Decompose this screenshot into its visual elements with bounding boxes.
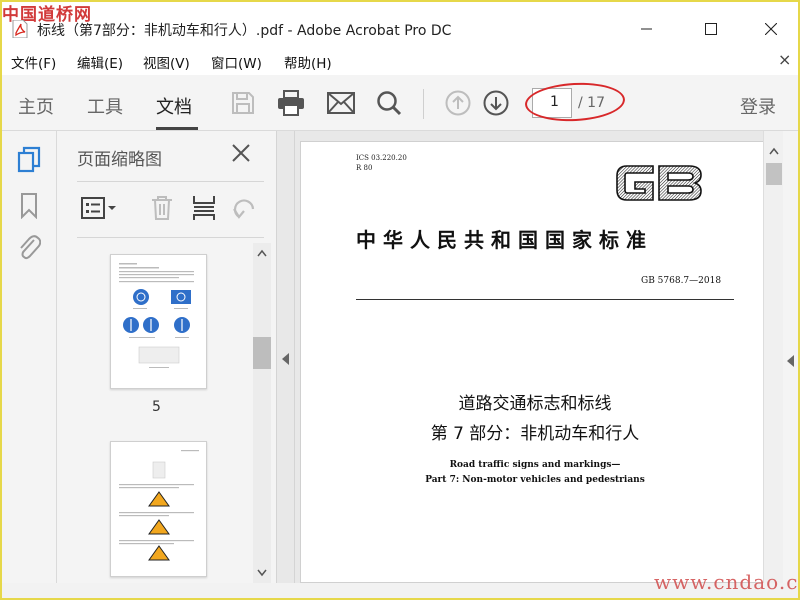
close-panel-button[interactable] <box>231 143 251 169</box>
bookmarks-button[interactable] <box>15 191 43 221</box>
thumbnail-options-button[interactable] <box>79 193 119 223</box>
thumbnails-scrollbar[interactable] <box>253 243 271 583</box>
thumbnails-panel: 页面缩略图 5 <box>57 131 276 583</box>
tab-tools[interactable]: 工具 <box>87 93 123 119</box>
document-view: ICS 03.220.20 R 80 GB 中华人民共和国国家标准 GB 576… <box>295 131 783 583</box>
search-icon <box>377 91 402 116</box>
attachments-button[interactable] <box>15 233 43 263</box>
scroll-up-icon <box>257 249 267 257</box>
close-icon <box>232 144 250 162</box>
header-rule <box>356 299 734 300</box>
maximize-icon <box>705 23 717 35</box>
document-scrollbar[interactable] <box>763 131 783 583</box>
thumbnail-page-number: 5 <box>152 399 161 415</box>
panel-toolbar <box>77 191 264 225</box>
menu-window[interactable]: 窗口(W) <box>211 52 262 72</box>
print-icon <box>278 90 304 116</box>
classification-line: R 80 <box>356 164 373 172</box>
menu-file[interactable]: 文件(F) <box>11 52 56 72</box>
document-subtitle-cn: 第 7 部分：非机动车和行人 <box>430 424 640 444</box>
login-button[interactable]: 登录 <box>740 93 776 119</box>
search-button[interactable] <box>375 89 403 117</box>
watermark-bottom: www.cndao.com <box>654 570 800 594</box>
title-bar: 中国道桥网 标线（第7部分：非机动车和行人）.pdf - Adobe Acrob… <box>0 0 800 45</box>
page-up-icon <box>445 90 471 116</box>
attachment-icon <box>20 235 41 260</box>
save-button[interactable] <box>229 89 257 117</box>
rotate-page-button[interactable] <box>229 193 259 223</box>
navigation-rail <box>0 131 57 583</box>
red-annotation-ellipse <box>524 80 626 124</box>
maximize-button[interactable] <box>688 14 734 44</box>
page-thumbnail[interactable] <box>110 254 207 389</box>
scrollbar-thumb[interactable] <box>766 163 782 185</box>
minimize-button[interactable] <box>624 14 670 44</box>
thumbnail-page-preview <box>119 263 194 368</box>
ics-line: ICS 03.220.20 <box>356 154 407 162</box>
scrollbar-thumb[interactable] <box>253 337 271 369</box>
tab-document[interactable]: 文档 <box>156 93 192 119</box>
document-subtitle-en: Part 7: Non-motor vehicles and pedestria… <box>425 475 645 485</box>
menu-help[interactable]: 帮助(H) <box>284 52 332 72</box>
panel-title: 页面缩略图 <box>77 150 162 170</box>
pdf-page: ICS 03.220.20 R 80 GB 中华人民共和国国家标准 GB 576… <box>300 141 768 583</box>
close-document-button[interactable]: × <box>778 50 791 69</box>
delete-page-button[interactable] <box>147 193 177 223</box>
panel-divider <box>77 181 264 182</box>
panel-splitter[interactable] <box>276 131 295 583</box>
email-button[interactable] <box>327 89 355 117</box>
save-icon <box>232 92 254 114</box>
scroll-up-icon <box>769 147 779 155</box>
gb-logo-text: GB <box>613 158 615 159</box>
menu-view[interactable]: 视图(V) <box>143 52 190 72</box>
minimize-icon <box>641 28 652 30</box>
menu-edit[interactable]: 编辑(E) <box>77 52 123 72</box>
bookmark-icon <box>21 193 37 219</box>
email-icon <box>327 92 355 114</box>
page-thumbnail[interactable] <box>110 441 207 577</box>
standard-number: GB 5768.7—2018 <box>641 276 722 286</box>
previous-page-button[interactable] <box>444 89 472 117</box>
insert-page-button[interactable] <box>189 193 219 223</box>
delete-icon <box>152 196 172 220</box>
scroll-down-icon <box>257 569 267 577</box>
thumbnail-page-preview <box>119 450 199 561</box>
page-down-icon <box>483 90 509 116</box>
panel-divider <box>77 237 264 238</box>
document-title-cn: 道路交通标志和标线 <box>458 394 612 414</box>
national-standard-heading: 中华人民共和国国家标准 <box>356 228 653 252</box>
active-tab-indicator <box>156 127 198 130</box>
gb-logo: GB <box>613 158 702 201</box>
next-page-button[interactable] <box>482 89 510 117</box>
menu-bar: 文件(F) 编辑(E) 视图(V) 窗口(W) 帮助(H) × <box>0 45 800 75</box>
collapse-panel-icon <box>282 353 289 365</box>
close-window-button[interactable] <box>748 14 794 44</box>
page-thumbnails-button[interactable] <box>15 145 43 175</box>
insert-page-icon <box>193 196 215 220</box>
pdf-file-icon <box>12 20 28 38</box>
ics-code: ICS 03.220.20 R 80 <box>356 153 407 173</box>
toolbar-separator <box>423 89 424 119</box>
expand-right-pane-icon <box>787 355 794 367</box>
toolbar: 主页 工具 文档 1 / 17 登录 <box>0 75 800 131</box>
print-button[interactable] <box>277 89 305 117</box>
page-thumbnails-icon <box>17 146 41 173</box>
options-icon <box>81 197 116 219</box>
right-pane-toggle[interactable] <box>783 131 800 583</box>
window-title: 标线（第7部分：非机动车和行人）.pdf - Adobe Acrobat Pro… <box>37 23 452 39</box>
tab-home[interactable]: 主页 <box>18 93 54 119</box>
close-icon <box>765 23 777 35</box>
rotate-icon <box>233 199 255 219</box>
document-title-en: Road traffic signs and markings— <box>449 460 621 470</box>
